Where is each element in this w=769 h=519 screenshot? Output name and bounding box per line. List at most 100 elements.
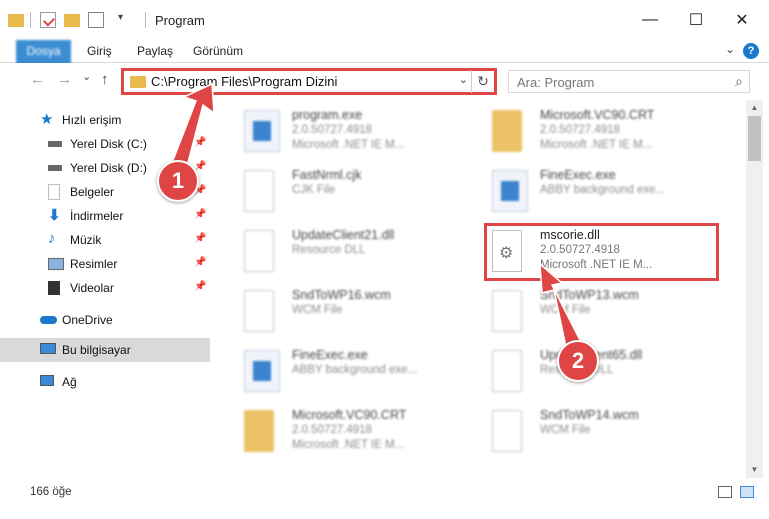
search-input[interactable]: Ara: Program ⌕: [508, 70, 750, 93]
file-detail: ABBY background exe...: [540, 184, 666, 196]
file-item[interactable]: Microsoft.VC90.CRT 2.0.50727.4918 Micros…: [232, 402, 472, 458]
tab-share[interactable]: Paylaş: [137, 40, 173, 62]
minimize-icon: —: [642, 11, 658, 28]
help-icon[interactable]: ?: [743, 43, 759, 59]
close-button[interactable]: ✕: [719, 0, 765, 40]
file-detail: WCM File: [540, 424, 591, 436]
file-detail: WCM File: [292, 304, 343, 316]
file-detail: 2.0.50727.4918: [292, 424, 372, 436]
window-title: Program: [155, 13, 205, 28]
file-name: FineExec.exe: [540, 168, 616, 182]
file-name: FastNrml.cjk: [292, 168, 362, 182]
search-icon[interactable]: ⌕: [735, 73, 743, 90]
new-folder-icon[interactable]: [64, 14, 80, 27]
minimize-button[interactable]: —: [627, 0, 673, 40]
folder-icon: [244, 410, 274, 452]
music-icon: ♪: [48, 230, 56, 247]
sidebar-item-music[interactable]: ♪ Müzik 📌: [0, 228, 210, 252]
sidebar-item-quick-access[interactable]: ★ Hızlı erişim: [0, 108, 210, 132]
file-item[interactable]: SndToWP16.wcm WCM File: [232, 282, 472, 338]
maximize-button[interactable]: ☐: [673, 0, 719, 40]
pin-icon[interactable]: 📌: [194, 137, 206, 148]
file-item[interactable]: Microsoft.VC90.CRT 2.0.50727.4918 Micros…: [480, 102, 720, 158]
navigation-bar: ← → ⌄ ↑ C:\Program Files\Program Dizini …: [0, 63, 769, 99]
file-name: SndToWP14.wcm: [540, 408, 639, 422]
address-dropdown-icon[interactable]: ⌄: [459, 73, 468, 86]
callout-badge-2: 2: [557, 340, 599, 382]
address-path[interactable]: C:\Program Files\Program Dizini: [151, 74, 337, 89]
large-icons-view-icon[interactable]: [740, 486, 754, 498]
back-icon[interactable]: ←: [30, 71, 45, 88]
file-item[interactable]: UpdateClient65.dll Resource DLL: [480, 342, 720, 398]
refresh-icon[interactable]: ↻: [471, 70, 494, 93]
file-item[interactable]: FastNrml.cjk CJK File: [232, 162, 472, 218]
sidebar-item-label: Yerel Disk (C:): [70, 137, 147, 151]
file-detail: Microsoft .NET IE M...: [292, 439, 405, 451]
navigation-pane: ★ Hızlı erişim Yerel Disk (C:) 📌 Yerel D…: [0, 100, 210, 480]
recent-locations-icon[interactable]: ⌄: [82, 70, 91, 83]
file-detail: Microsoft .NET IE M...: [540, 139, 653, 151]
pin-icon[interactable]: 📌: [194, 257, 206, 268]
file-item[interactable]: SndToWP13.wcm WCM File: [480, 282, 720, 338]
scroll-thumb[interactable]: [748, 116, 761, 161]
title-bar: ▾ Program — ☐ ✕: [0, 0, 769, 40]
sidebar-item-label: Ağ: [62, 375, 77, 389]
videos-icon: [48, 281, 60, 295]
pin-icon[interactable]: 📌: [194, 209, 206, 220]
sidebar-item-label: Resimler: [70, 257, 118, 271]
file-icon: [492, 410, 522, 452]
customize-qat-icon[interactable]: [88, 12, 104, 28]
file-name: SndToWP13.wcm: [540, 288, 639, 302]
up-icon[interactable]: ↑: [101, 71, 109, 88]
forward-icon[interactable]: →: [57, 71, 72, 88]
sidebar-item-label: Hızlı erişim: [62, 113, 122, 127]
application-icon: [492, 170, 528, 212]
cloud-icon: [40, 316, 57, 324]
file-item[interactable]: SndToWP14.wcm WCM File: [480, 402, 720, 458]
file-item[interactable]: program.exe 2.0.50727.4918 Microsoft .NE…: [232, 102, 472, 158]
sidebar-item-label: OneDrive: [62, 313, 113, 327]
close-icon: ✕: [735, 12, 749, 29]
file-name: SndToWP16.wcm: [292, 288, 391, 302]
explorer-window: ▾ Program — ☐ ✕ Dosya Giriş Paylaş Görün…: [0, 0, 769, 519]
pin-icon[interactable]: 📌: [194, 281, 206, 292]
file-icon: [492, 290, 522, 332]
sidebar-item-network[interactable]: Ağ: [0, 370, 210, 394]
file-name: Microsoft.VC90.CRT: [292, 408, 407, 422]
folder-icon: [130, 76, 146, 88]
file-detail: Resource DLL: [292, 244, 366, 256]
scroll-up-icon[interactable]: ▲: [746, 100, 763, 116]
sidebar-item-pictures[interactable]: Resimler 📌: [0, 252, 210, 276]
scroll-down-icon[interactable]: ▼: [746, 462, 763, 478]
vertical-scrollbar[interactable]: ▲ ▼: [746, 100, 763, 478]
sidebar-item-label: Bu bilgisayar: [62, 343, 131, 357]
sidebar-item-videos[interactable]: Videolar 📌: [0, 276, 210, 300]
sidebar-item-label: Videolar: [70, 281, 114, 295]
file-item[interactable]: UpdateClient21.dll Resource DLL: [232, 222, 472, 278]
sidebar-item-this-pc[interactable]: Bu bilgisayar: [0, 338, 210, 362]
sidebar-item-downloads[interactable]: ⬇ İndirmeler 📌: [0, 204, 210, 228]
tab-view[interactable]: Görünüm: [193, 40, 243, 62]
properties-icon[interactable]: [40, 12, 56, 28]
drive-icon: [48, 141, 62, 147]
chevron-down-icon[interactable]: ⌄: [725, 42, 735, 56]
sidebar-item-onedrive[interactable]: OneDrive: [0, 308, 210, 332]
file-item[interactable]: FineExec.exe ABBY background exe...: [232, 342, 472, 398]
file-item[interactable]: FineExec.exe ABBY background exe...: [480, 162, 720, 218]
highlight-box: [484, 223, 719, 281]
dll-file-icon: [492, 350, 522, 392]
qat-dropdown-icon[interactable]: ▾: [118, 12, 123, 23]
pin-icon[interactable]: 📌: [194, 233, 206, 244]
tab-home[interactable]: Giriş: [87, 40, 112, 62]
details-view-icon[interactable]: [718, 486, 732, 498]
sidebar-item-label: Belgeler: [70, 185, 115, 199]
status-bar: 166 öğe: [0, 480, 769, 504]
address-bar[interactable]: C:\Program Files\Program Dizini ⌄ ↻: [121, 68, 497, 95]
sidebar-item-local-disk-c[interactable]: Yerel Disk (C:) 📌: [0, 132, 210, 156]
drive-icon: [48, 165, 62, 171]
callout-badge-1: 1: [157, 160, 199, 202]
network-icon: [40, 375, 54, 386]
folder-icon: [8, 14, 24, 27]
sidebar-item-label: Yerel Disk (D:): [70, 161, 147, 175]
file-name: Microsoft.VC90.CRT: [540, 108, 655, 122]
